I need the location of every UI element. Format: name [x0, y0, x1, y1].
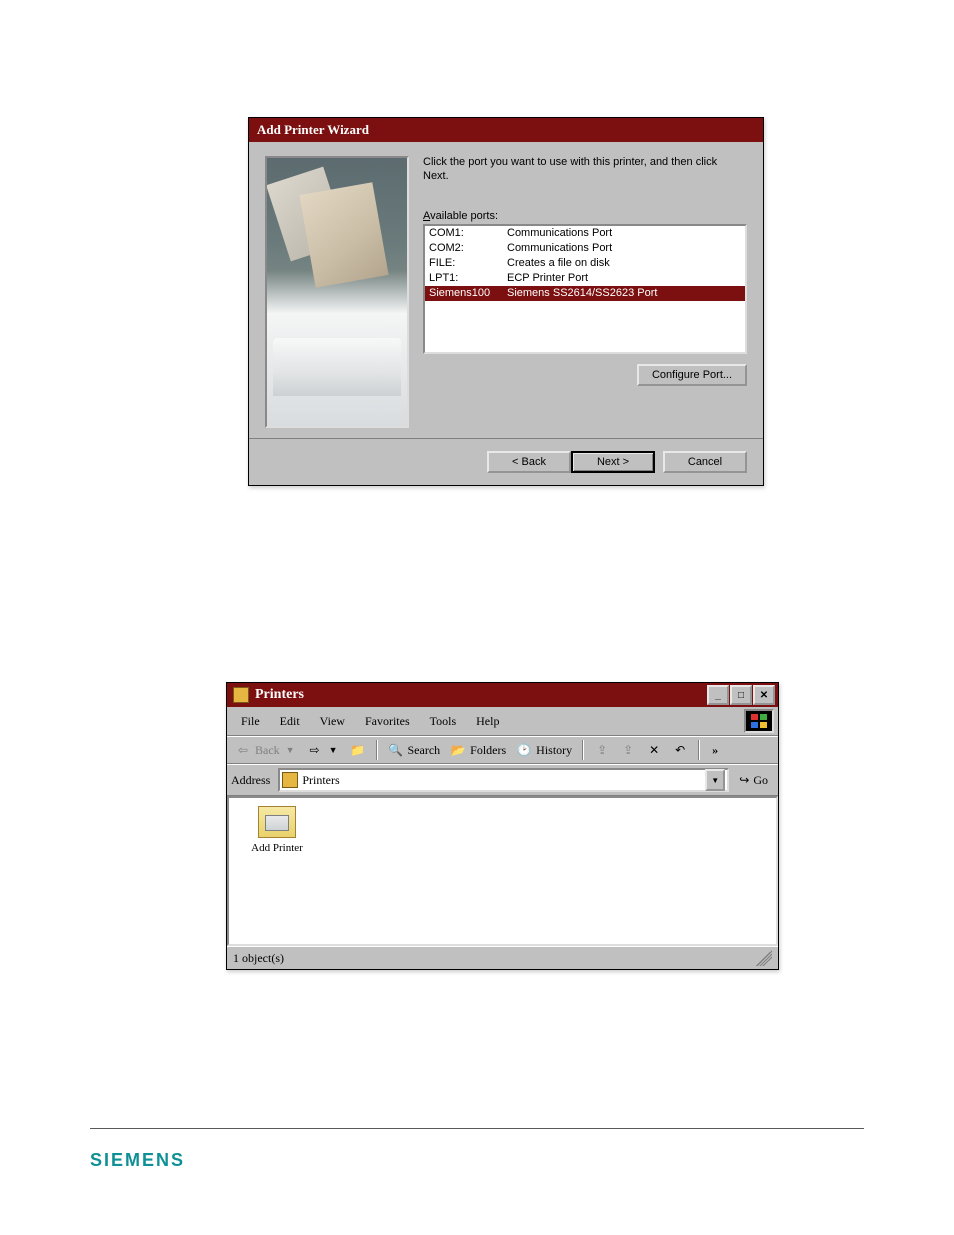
toolbar: ⇦ Back ▼ ⇨ ▼ 📁 🔍 Search 📂 Folders 🕑 — [227, 736, 778, 764]
printers-folder-icon — [233, 687, 249, 703]
port-desc: ECP Printer Port — [507, 271, 588, 286]
menubar: File Edit View Favorites Tools Help — [227, 707, 778, 736]
undo-button-toolbar[interactable]: ↶ — [668, 740, 692, 760]
undo-icon: ↶ — [672, 742, 688, 758]
configure-port-button[interactable]: Configure Port... — [637, 364, 747, 386]
folders-button-toolbar[interactable]: 📂 Folders — [446, 740, 510, 760]
status-text: 1 object(s) — [233, 951, 284, 966]
go-button[interactable]: ↪ Go — [733, 773, 774, 788]
chevron-down-icon: ▼ — [284, 745, 297, 755]
folders-label: Folders — [470, 743, 506, 758]
port-name: LPT1: — [429, 271, 507, 286]
back-button-toolbar[interactable]: ⇦ Back ▼ — [231, 740, 301, 760]
add-printer-label: Add Printer — [241, 842, 313, 854]
port-desc: Communications Port — [507, 226, 612, 241]
address-label: Address — [231, 773, 274, 788]
port-desc: Communications Port — [507, 241, 612, 256]
moveto-icon: ⇪ — [594, 742, 610, 758]
wizard-titlebar: Add Printer Wizard — [249, 118, 763, 142]
go-icon: ↪ — [739, 773, 749, 788]
toolbar-overflow-button[interactable]: » — [706, 743, 724, 758]
footer-divider — [90, 1128, 864, 1129]
copyto-icon: ⇪ — [620, 742, 636, 758]
back-button[interactable]: < Back — [487, 451, 571, 473]
ports-listbox[interactable]: COM1: Communications Port COM2: Communic… — [423, 224, 747, 354]
close-button[interactable]: ✕ — [753, 685, 775, 705]
windows-logo-icon — [744, 709, 774, 733]
printers-titlebar: Printers _ □ ✕ — [227, 683, 778, 707]
add-printer-icon — [258, 806, 296, 838]
resize-grip[interactable] — [756, 950, 772, 966]
search-icon: 🔍 — [388, 742, 404, 758]
port-desc: Creates a file on disk — [507, 256, 610, 271]
wizard-instruction: Click the port you want to use with this… — [423, 156, 743, 184]
delete-button-toolbar[interactable]: ✕ — [642, 740, 666, 760]
menu-edit[interactable]: Edit — [270, 712, 310, 731]
printers-window: Printers _ □ ✕ File Edit View Favorites … — [226, 682, 779, 970]
menu-view[interactable]: View — [310, 712, 355, 731]
cancel-button[interactable]: Cancel — [663, 451, 747, 473]
history-button-toolbar[interactable]: 🕑 History — [512, 740, 576, 760]
port-name: FILE: — [429, 256, 507, 271]
siemens-logo: SIEMENS — [90, 1150, 185, 1171]
wizard-illustration — [265, 156, 409, 428]
moveto-button-toolbar[interactable]: ⇪ — [590, 740, 614, 760]
forward-button-toolbar[interactable]: ⇨ ▼ — [303, 740, 344, 760]
copyto-button-toolbar[interactable]: ⇪ — [616, 740, 640, 760]
add-printer-item[interactable]: Add Printer — [241, 806, 313, 854]
port-list-item[interactable]: LPT1: ECP Printer Port — [425, 271, 745, 286]
menu-help[interactable]: Help — [466, 712, 509, 731]
add-printer-wizard-dialog: Add Printer Wizard Click the port you wa… — [248, 117, 764, 486]
statusbar: 1 object(s) — [227, 946, 778, 969]
maximize-button[interactable]: □ — [730, 685, 752, 705]
port-desc: Siemens SS2614/SS2623 Port — [507, 286, 657, 301]
printers-content-area[interactable]: Add Printer — [227, 796, 778, 946]
delete-icon: ✕ — [646, 742, 662, 758]
search-label: Search — [408, 743, 441, 758]
address-value: Printers — [302, 773, 339, 788]
port-list-item[interactable]: COM2: Communications Port — [425, 241, 745, 256]
printers-title: Printers — [255, 687, 304, 703]
port-list-item-selected[interactable]: Siemens100 Siemens SS2614/SS2623 Port — [425, 286, 745, 301]
arrow-right-icon: ⇨ — [307, 742, 323, 758]
address-combobox[interactable]: Printers ▼ — [278, 768, 729, 792]
chevron-down-icon: ▼ — [327, 745, 340, 755]
minimize-button[interactable]: _ — [707, 685, 729, 705]
folders-icon: 📂 — [450, 742, 466, 758]
menu-tools[interactable]: Tools — [420, 712, 467, 731]
up-button-toolbar[interactable]: 📁 — [346, 740, 370, 760]
port-name: Siemens100 — [429, 286, 507, 301]
port-name: COM1: — [429, 226, 507, 241]
next-button[interactable]: Next > — [571, 451, 655, 473]
available-ports-label-rest: vailable ports: — [430, 210, 498, 222]
available-ports-label: Available ports: — [423, 210, 747, 222]
port-list-item[interactable]: FILE: Creates a file on disk — [425, 256, 745, 271]
wizard-title: Add Printer Wizard — [257, 122, 369, 137]
arrow-left-icon: ⇦ — [235, 742, 251, 758]
history-label: History — [536, 743, 572, 758]
port-name: COM2: — [429, 241, 507, 256]
folder-up-icon: 📁 — [350, 742, 366, 758]
history-icon: 🕑 — [516, 742, 532, 758]
addressbar: Address Printers ▼ ↪ Go — [227, 764, 778, 796]
printers-folder-icon — [282, 772, 298, 788]
back-label: Back — [255, 743, 280, 758]
go-label: Go — [753, 773, 768, 788]
search-button-toolbar[interactable]: 🔍 Search — [384, 740, 445, 760]
port-list-item[interactable]: COM1: Communications Port — [425, 226, 745, 241]
menu-favorites[interactable]: Favorites — [355, 712, 420, 731]
menu-file[interactable]: File — [231, 712, 270, 731]
address-dropdown-button[interactable]: ▼ — [705, 769, 725, 791]
